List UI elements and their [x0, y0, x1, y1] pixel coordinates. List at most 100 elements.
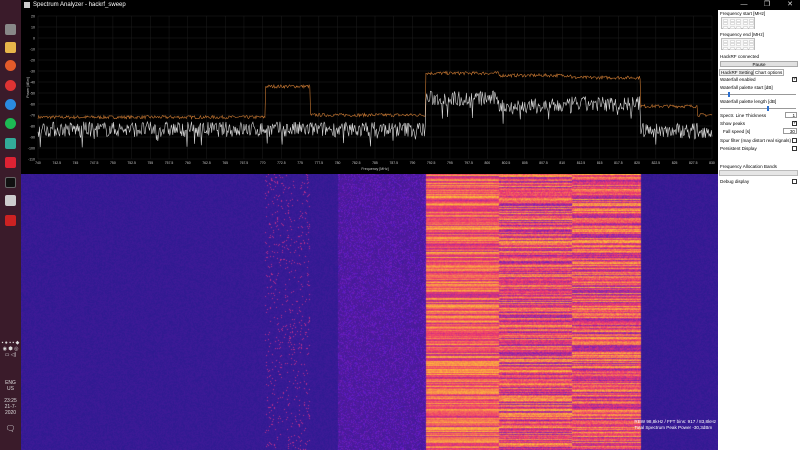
slider-thumb[interactable]: [767, 106, 770, 111]
y-tick-label: -50: [30, 92, 35, 96]
edge-icon[interactable]: [5, 99, 16, 110]
x-tick-label: 765: [222, 161, 228, 165]
digit-cell[interactable]: [742, 25, 748, 29]
digit-cell[interactable]: [742, 46, 748, 50]
x-tick-label: 777.5: [315, 161, 324, 165]
digit-cell[interactable]: [723, 22, 728, 26]
digit-cell[interactable]: [736, 39, 742, 43]
tab-chart-options[interactable]: Chart options: [753, 69, 785, 76]
taskbar: ▪ ● ▪ ▪ ◆ ◉ ⬢ ◎ ▭ ◁) ENG US 23:25 21-7-202…: [0, 0, 21, 450]
maximize-button[interactable]: ❐: [757, 0, 777, 10]
x-tick-label: 760: [185, 161, 191, 165]
y-tick-label: -20: [30, 59, 35, 63]
digit-cell[interactable]: [742, 18, 748, 22]
x-tick-label: 797.5: [464, 161, 473, 165]
digit-cell[interactable]: [729, 39, 735, 43]
y-tick-label: -90: [30, 136, 35, 140]
digit-cell[interactable]: [729, 18, 735, 22]
digit-cell[interactable]: [723, 43, 728, 47]
x-tick-label: 762.5: [202, 161, 211, 165]
waterfall-enabled-label: Waterfall enabled: [720, 77, 756, 82]
digit-cell[interactable]: [736, 18, 742, 22]
x-tick-label: 825: [672, 161, 678, 165]
y-tick-label: 0: [33, 37, 35, 41]
clock[interactable]: 23:25 21-7-2020: [0, 398, 21, 416]
digit-cell[interactable]: [742, 43, 748, 47]
digit-cell[interactable]: [749, 25, 755, 29]
digit-cell[interactable]: [729, 25, 735, 29]
tray-icons[interactable]: ▪ ● ▪ ▪ ◆ ◉ ⬢ ◎ ▭ ◁): [0, 340, 21, 380]
fall-speed-input[interactable]: 30: [783, 128, 797, 134]
digit-cell[interactable]: [723, 18, 728, 22]
file-explorer-icon[interactable]: [5, 42, 16, 53]
language-indicator[interactable]: ENG US: [0, 380, 21, 392]
digit-cell[interactable]: [749, 22, 755, 26]
date-text: 21-7-2020: [4, 404, 17, 416]
show-peaks-label: Show peaks: [720, 121, 746, 126]
x-tick-label: 752.5: [127, 161, 136, 165]
tab-hackrf-settings[interactable]: HackRF Settings: [719, 69, 758, 76]
app-icon-3[interactable]: [5, 215, 16, 226]
pause-button[interactable]: Pause: [720, 61, 798, 67]
x-tick-label: 812.5: [577, 161, 586, 165]
slider-thumb[interactable]: [727, 92, 730, 97]
digit-cell[interactable]: [729, 46, 735, 50]
x-tick-label: 750: [110, 161, 116, 165]
y-axis-label: Power [dBm]: [26, 77, 30, 98]
x-tick-label: 740: [35, 161, 41, 165]
freq-end-spinner[interactable]: [721, 38, 755, 50]
digit-cell[interactable]: [723, 25, 728, 29]
debug-display-label: Debug display: [720, 179, 750, 184]
palette-start-slider[interactable]: [720, 92, 796, 97]
freq-start-spinner[interactable]: [721, 17, 755, 29]
digit-cell[interactable]: [723, 46, 728, 50]
x-tick-label: 807.5: [539, 161, 548, 165]
spectrum-chart[interactable]: 20 10 0 -10 -20 -30 -40 -50 -60 -70 -80 -90 -100 -110…: [21, 10, 718, 172]
x-tick-label: 795: [447, 161, 453, 165]
waterfall-enabled-checkbox[interactable]: [792, 76, 797, 82]
digit-cell[interactable]: [749, 39, 755, 43]
y-tick-label: -100: [28, 147, 35, 151]
digit-cell[interactable]: [729, 22, 735, 26]
digit-cell[interactable]: [736, 25, 742, 29]
line-thickness-select[interactable]: 1: [785, 112, 797, 118]
task-view-icon[interactable]: [5, 24, 16, 35]
digit-cell[interactable]: [749, 43, 755, 47]
digit-cell[interactable]: [723, 39, 728, 43]
x-axis-label: Frequency [MHz]: [361, 167, 388, 171]
spotify-icon[interactable]: [5, 118, 16, 129]
x-tick-label: 817.5: [614, 161, 623, 165]
digit-cell[interactable]: [736, 46, 742, 50]
minimize-button[interactable]: —: [734, 0, 754, 10]
digit-cell[interactable]: [749, 46, 755, 50]
firefox-icon[interactable]: [5, 60, 16, 71]
spur-filter-checkbox[interactable]: [792, 138, 797, 143]
notifications-icon[interactable]: 🗨: [0, 424, 21, 433]
digit-cell[interactable]: [749, 18, 755, 22]
app-icon[interactable]: [5, 138, 16, 149]
digit-cell[interactable]: [736, 22, 742, 26]
x-tick-label: 785: [372, 161, 378, 165]
palette-length-label: Waterfall palette length [dB]: [720, 99, 777, 104]
spectrum-analyzer-icon[interactable]: [5, 195, 16, 206]
status-overlay: RBW 98,8kHz / FFT bins: 917 / 83,8kHz To…: [634, 419, 716, 431]
close-button[interactable]: ✕: [780, 0, 800, 10]
digit-cell[interactable]: [742, 22, 748, 26]
persistent-display-checkbox[interactable]: [792, 146, 797, 151]
x-tick-label: 790: [410, 161, 416, 165]
palette-length-slider[interactable]: [720, 106, 796, 111]
x-tick-label: 780: [335, 161, 341, 165]
digit-cell[interactable]: [742, 39, 748, 43]
show-peaks-checkbox[interactable]: [792, 120, 797, 126]
app-icon-2[interactable]: [5, 157, 16, 168]
terminal-icon[interactable]: [5, 177, 16, 188]
digit-cell[interactable]: [729, 43, 735, 47]
opera-icon[interactable]: [5, 80, 16, 91]
connection-status: HackRF connected: [720, 54, 760, 59]
freq-start-label: Frequency start [MHz]: [720, 11, 766, 16]
allocation-bands-select[interactable]: [719, 170, 798, 176]
allocation-bands-label: Frequency Allocation Bands: [720, 164, 777, 169]
debug-display-checkbox[interactable]: [792, 179, 797, 184]
digit-cell[interactable]: [736, 43, 742, 47]
x-tick-label: 767.5: [240, 161, 249, 165]
